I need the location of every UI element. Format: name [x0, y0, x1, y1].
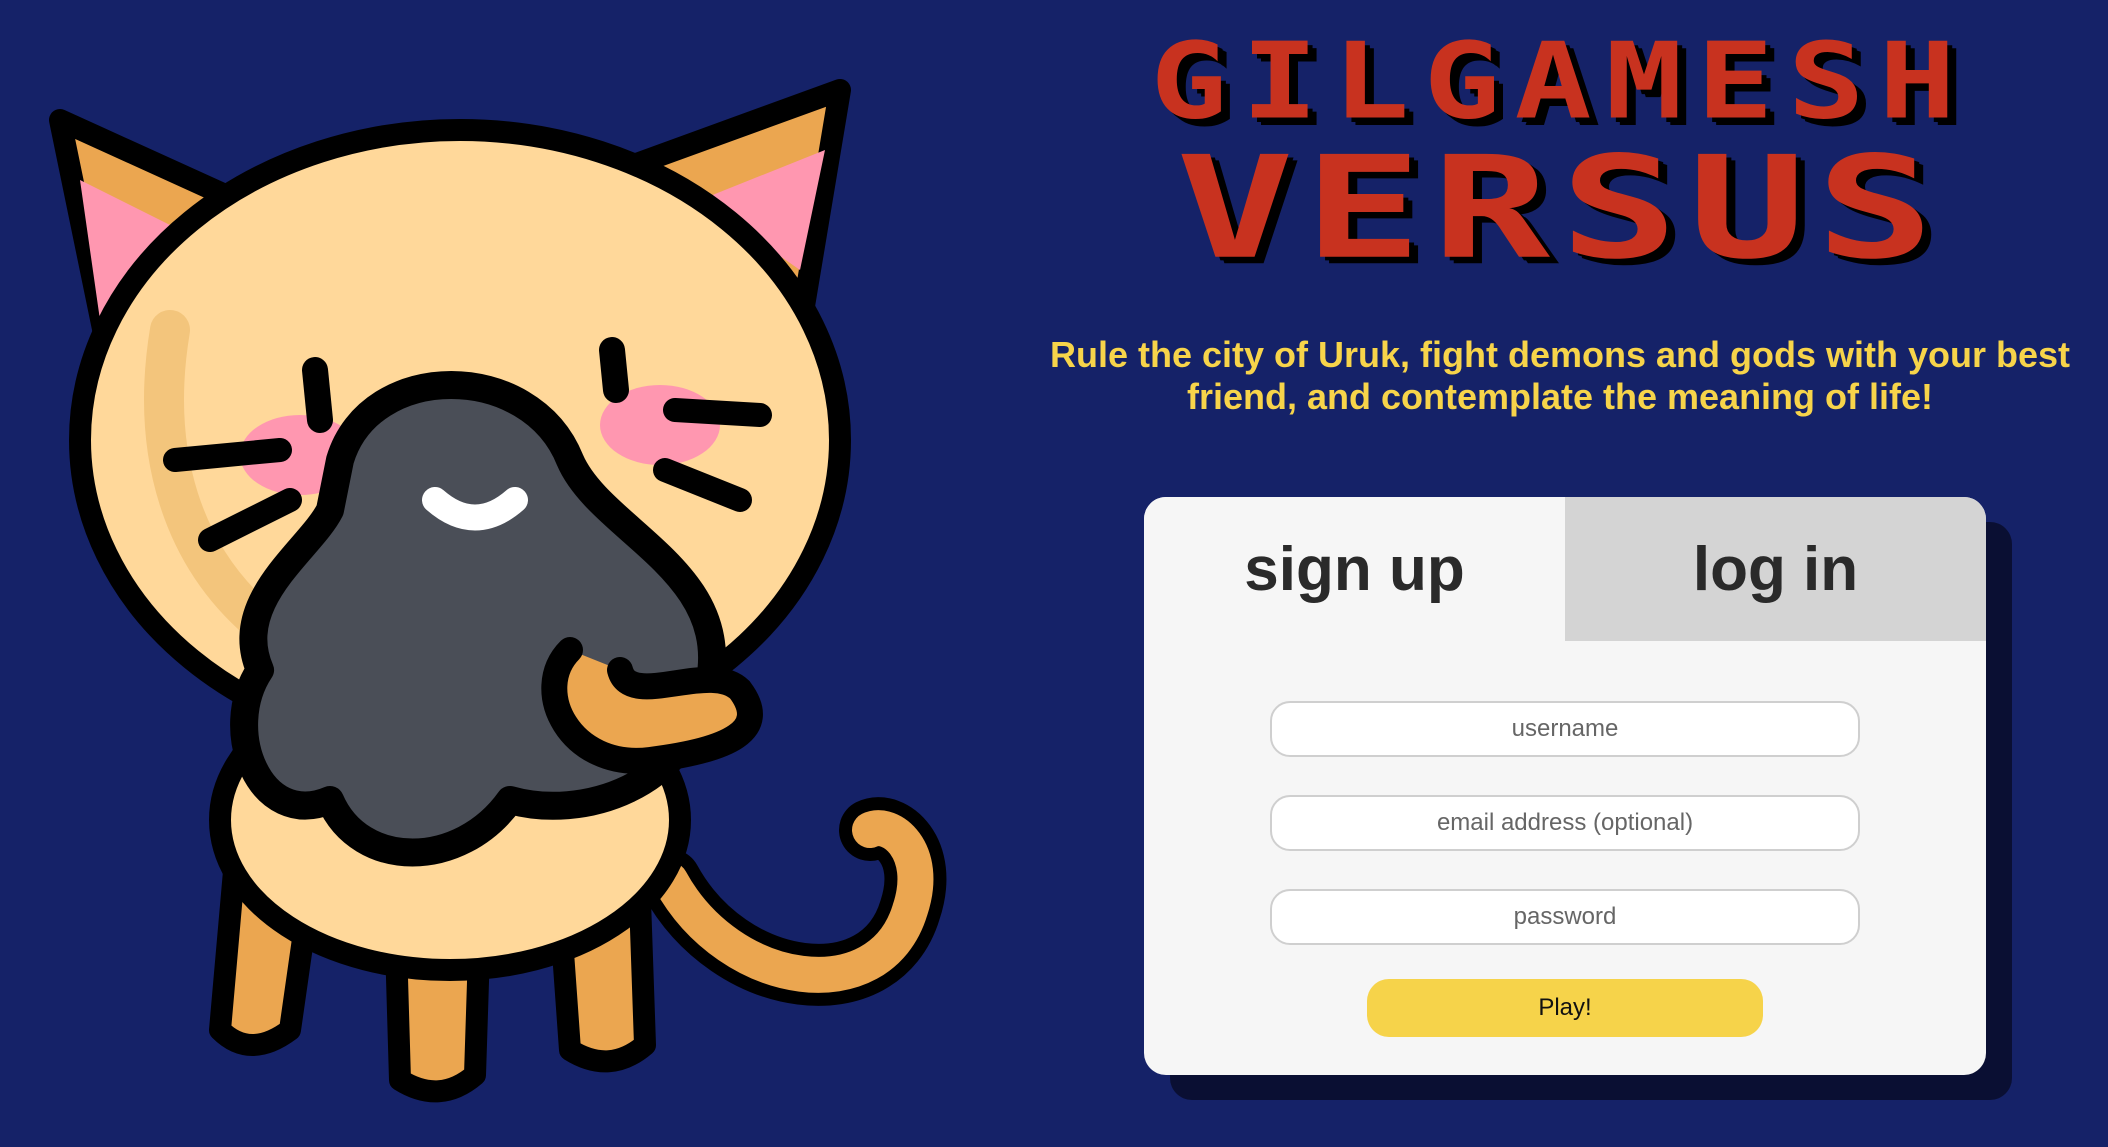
play-button[interactable]: Play! — [1367, 979, 1763, 1037]
title-line-1: GILGAMESH — [1150, 20, 1970, 144]
title-line-2: VERSUS — [1175, 126, 1944, 291]
password-input[interactable] — [1270, 889, 1860, 945]
email-input[interactable] — [1270, 795, 1860, 851]
auth-card: sign up log in Play! — [1144, 497, 1986, 1075]
game-title: GILGAMESH VERSUS — [1030, 30, 2090, 334]
tab-log-in[interactable]: log in — [1565, 497, 1986, 641]
username-input[interactable] — [1270, 701, 1860, 757]
auth-tabs: sign up log in — [1144, 497, 1986, 641]
cat-mascot-icon — [49, 79, 947, 1103]
tagline: Rule the city of Uruk, fight demons and … — [1049, 334, 2071, 417]
sign-up-form: Play! — [1144, 641, 1986, 1037]
tab-sign-up[interactable]: sign up — [1144, 497, 1565, 641]
